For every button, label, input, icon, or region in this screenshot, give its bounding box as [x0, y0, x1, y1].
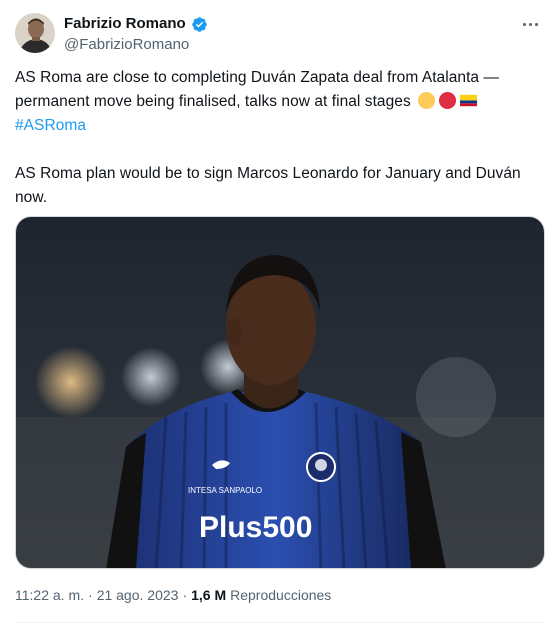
more-dot	[528, 22, 532, 26]
colombia-flag-emoji	[460, 94, 478, 107]
author-display-name[interactable]: Fabrizio Romano	[64, 14, 186, 34]
tweet-date[interactable]: 21 ago. 2023	[97, 585, 179, 605]
yellow-circle-emoji	[418, 91, 436, 110]
avatar-image	[15, 13, 55, 53]
red-circle-emoji	[439, 91, 457, 110]
tweet-line-1: AS Roma are close to completing Duván Za…	[15, 69, 499, 86]
player-photo: INTESA SANPAOLO Plus500	[16, 217, 544, 568]
bottom-divider	[15, 622, 545, 623]
author-name-row: Fabrizio Romano	[64, 14, 208, 34]
author-info: Fabrizio Romano @FabrizioRomano	[64, 14, 208, 55]
tweet-card: Fabrizio Romano @FabrizioRomano AS Roma …	[0, 0, 558, 627]
tweet-paragraph-2: AS Roma plan would be to sign Marcos Leo…	[15, 165, 521, 206]
verified-badge-icon	[191, 16, 208, 33]
tweet-line-2: permanent move being finalised, talks no…	[15, 93, 411, 110]
shirt-sponsor-text: Plus500	[199, 511, 312, 544]
views-label: Reproducciones	[230, 587, 332, 603]
meta-separator: ·	[182, 587, 188, 603]
meta-separator: ·	[88, 587, 93, 603]
tweet-meta: 11:22 a. m. · 21 ago. 2023 · 1,6 M Repro…	[15, 585, 331, 605]
author-handle[interactable]: @FabrizioRomano	[64, 35, 208, 55]
tweet-media-photo[interactable]: INTESA SANPAOLO Plus500	[15, 216, 545, 569]
tweet-paragraph-1: AS Roma are close to completing Duván Za…	[15, 66, 545, 138]
views-count: 1,6 M	[191, 587, 227, 603]
author-avatar[interactable]	[15, 13, 55, 53]
hashtag-link[interactable]: #ASRoma	[15, 117, 86, 134]
tweet-time[interactable]: 11:22 a. m.	[15, 585, 84, 605]
tweet-text: AS Roma are close to completing Duván Za…	[15, 66, 545, 210]
more-dot	[534, 22, 538, 26]
sleeve-sponsor-text: INTESA SANPAOLO	[188, 486, 262, 495]
more-horizontal-icon	[522, 22, 526, 26]
more-options-button[interactable]	[518, 14, 542, 34]
